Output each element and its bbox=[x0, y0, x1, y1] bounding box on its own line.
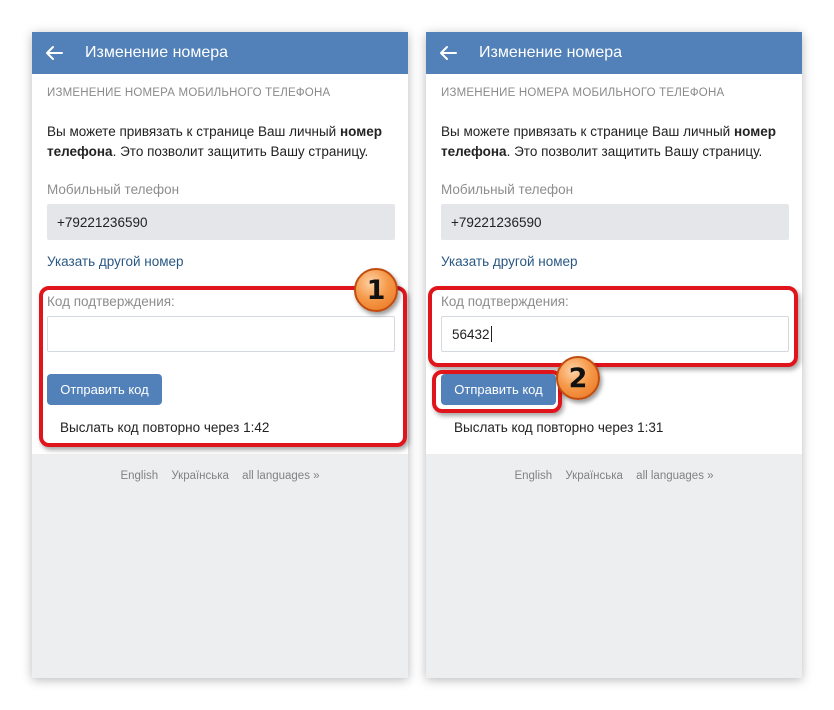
language-links: English Українська all languages » bbox=[32, 470, 408, 482]
lang-english-link[interactable]: English bbox=[120, 470, 158, 482]
description-text: Вы можете привязать к странице Ваш личны… bbox=[47, 124, 382, 159]
section-title: ИЗМЕНЕНИЕ НОМЕРА МОБИЛЬНОГО ТЕЛЕФОНА bbox=[47, 87, 331, 99]
back-arrow-icon[interactable] bbox=[32, 32, 76, 74]
phone-field: +79221236590 bbox=[441, 204, 789, 240]
resend-timer-text: Выслать код повторно через 1:31 bbox=[454, 420, 664, 435]
lang-ukrainian-link[interactable]: Українська bbox=[171, 470, 229, 482]
highlight-frame-1 bbox=[39, 286, 407, 447]
all-languages-link[interactable]: all languages » bbox=[242, 470, 319, 482]
lang-ukrainian-link[interactable]: Українська bbox=[565, 470, 623, 482]
page-title: Изменение номера bbox=[479, 44, 623, 61]
highlight-frame-button bbox=[432, 370, 562, 413]
phone-label: Мобильный телефон bbox=[441, 182, 574, 197]
step-badge-1: 1 bbox=[354, 268, 398, 312]
app-header: Изменение номера bbox=[32, 32, 408, 74]
highlight-frame-2 bbox=[428, 286, 798, 367]
description-text: Вы можете привязать к странице Ваш личны… bbox=[441, 124, 776, 159]
step-badge-2: 2 bbox=[556, 356, 600, 400]
change-number-link[interactable]: Указать другой номер bbox=[441, 254, 578, 269]
change-number-link[interactable]: Указать другой номер bbox=[47, 254, 184, 269]
language-links: English Українська all languages » bbox=[426, 470, 802, 482]
all-languages-link[interactable]: all languages » bbox=[636, 470, 713, 482]
page-title: Изменение номера bbox=[85, 44, 229, 61]
back-arrow-icon[interactable] bbox=[426, 32, 470, 74]
app-header: Изменение номера bbox=[426, 32, 802, 74]
lang-english-link[interactable]: English bbox=[514, 470, 552, 482]
section-title: ИЗМЕНЕНИЕ НОМЕРА МОБИЛЬНОГО ТЕЛЕФОНА bbox=[441, 87, 725, 99]
phone-label: Мобильный телефон bbox=[47, 182, 180, 197]
phone-field: +79221236590 bbox=[47, 204, 395, 240]
